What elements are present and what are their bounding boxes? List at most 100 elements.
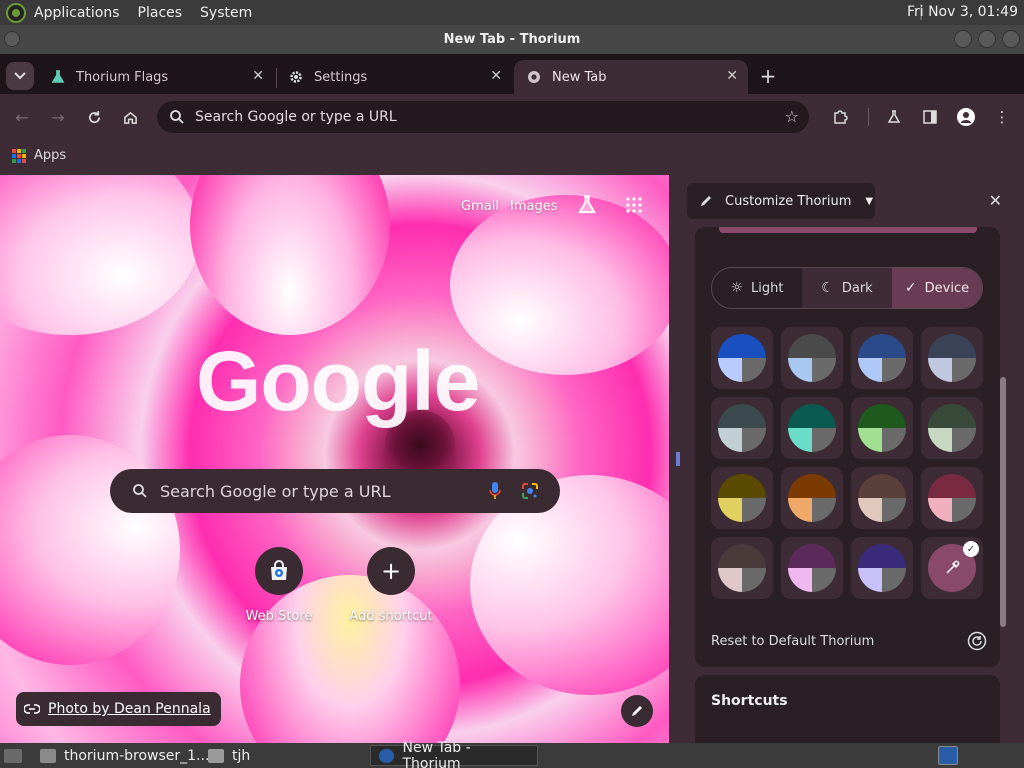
side-panel-icon[interactable] (919, 106, 941, 128)
moon-icon: ☾ (821, 280, 834, 296)
color-swatch[interactable] (921, 327, 983, 389)
os-logo-icon[interactable] (6, 2, 26, 23)
shortcuts-heading: Shortcuts (711, 693, 788, 709)
labs-flask-icon[interactable] (577, 195, 597, 219)
mode-label: Dark (841, 280, 873, 296)
swatch-disc (858, 334, 906, 382)
custom-color-swatch[interactable]: ✓ (921, 537, 983, 599)
swatch-disc (718, 404, 766, 452)
ntp-search-box[interactable]: Search Google or type a URL (110, 469, 560, 513)
swatch-disc (858, 474, 906, 522)
gear-icon (288, 69, 304, 85)
profile-avatar-icon[interactable] (955, 106, 977, 128)
color-swatch[interactable] (851, 327, 913, 389)
tab-label: Thorium Flags (76, 69, 169, 85)
bookmark-star-icon[interactable]: ☆ (785, 107, 799, 126)
window-menu-button[interactable] (4, 31, 20, 47)
file-manager-icon (40, 748, 56, 763)
side-panel-scrollbar[interactable] (1000, 227, 1006, 667)
flask-icon[interactable] (883, 106, 905, 128)
window-title: New Tab - Thorium (443, 32, 581, 47)
clock[interactable]: Fri Nov 3, 01:49 (907, 4, 1018, 20)
close-icon[interactable]: ✕ (989, 191, 1002, 210)
mode-dark-button[interactable]: ☾ Dark (802, 268, 892, 308)
google-apps-grid-icon[interactable] (626, 197, 642, 217)
forward-arrow-icon[interactable]: → (47, 106, 69, 128)
taskbar-label: tjh (232, 747, 251, 764)
reload-icon[interactable] (83, 106, 105, 128)
reset-icon[interactable] (967, 631, 987, 651)
menu-places[interactable]: Places (138, 5, 183, 21)
tab-settings[interactable]: Settings ✕ (276, 60, 512, 94)
color-swatch[interactable] (921, 397, 983, 459)
color-swatch[interactable] (781, 467, 843, 529)
mode-device-button[interactable]: ✓ Device (892, 268, 982, 308)
tab-label: New Tab (552, 69, 607, 85)
color-swatch[interactable] (921, 467, 983, 529)
color-swatch[interactable] (781, 537, 843, 599)
side-panel-resize-divider[interactable] (669, 175, 687, 743)
extensions-puzzle-icon[interactable] (829, 106, 851, 128)
bookmarks-bar: Apps (0, 140, 1024, 175)
color-swatch[interactable] (711, 537, 773, 599)
new-tab-button[interactable]: + (758, 64, 778, 88)
swatch-disc (928, 404, 976, 452)
more-menu-icon[interactable]: ⋮ (991, 106, 1013, 128)
shortcuts-section: Shortcuts (695, 675, 1000, 743)
customize-side-panel: Customize Thorium ▼ ✕ ☼ Light ☾ Dark ✓ D… (687, 175, 1024, 743)
gmail-link[interactable]: Gmail (461, 199, 499, 214)
color-swatch[interactable] (851, 397, 913, 459)
caret-down-icon: ▼ (865, 195, 874, 207)
menu-applications[interactable]: Applications (34, 5, 120, 21)
color-swatch[interactable] (711, 467, 773, 529)
menu-system[interactable]: System (200, 5, 252, 21)
resize-handle[interactable] (676, 452, 680, 466)
tab-thorium-flags[interactable]: Thorium Flags ✕ (38, 60, 274, 94)
microphone-icon[interactable] (488, 481, 502, 505)
home-icon[interactable] (119, 106, 141, 128)
tab-new-tab[interactable]: New Tab ✕ (514, 60, 748, 94)
close-icon[interactable]: ✕ (252, 68, 264, 84)
color-swatch[interactable] (711, 327, 773, 389)
swatch-disc (788, 544, 836, 592)
close-icon[interactable]: ✕ (490, 68, 502, 84)
shortcut-web-store[interactable]: Web Store (224, 547, 334, 624)
mode-light-button[interactable]: ☼ Light (712, 268, 802, 308)
color-swatch[interactable] (781, 397, 843, 459)
reset-theme-row[interactable]: Reset to Default Thorium (711, 627, 987, 655)
photo-credit-link[interactable]: Photo by Dean Pennala (16, 692, 221, 726)
chevron-down-icon (14, 72, 26, 80)
address-bar[interactable]: Search Google or type a URL ☆ (157, 101, 809, 133)
close-window-button[interactable] (1002, 30, 1020, 48)
back-arrow-icon[interactable]: ← (11, 106, 33, 128)
scrollbar-thumb[interactable] (1000, 377, 1006, 627)
appearance-card: ☼ Light ☾ Dark ✓ Device ✓ Reset to Defau… (695, 227, 1000, 667)
color-swatch[interactable] (851, 537, 913, 599)
shortcut-add[interactable]: + Add shortcut (336, 547, 446, 624)
google-lens-icon[interactable] (520, 481, 540, 505)
taskbar-label: New Tab - Thorium (402, 739, 471, 768)
link-icon (24, 704, 40, 714)
color-swatch[interactable] (711, 397, 773, 459)
bookmark-apps[interactable]: Apps (12, 148, 66, 163)
minimize-button[interactable] (954, 30, 972, 48)
tray-thorium-icon[interactable] (938, 746, 958, 765)
maximize-button[interactable] (978, 30, 996, 48)
color-swatch[interactable] (781, 327, 843, 389)
customize-edit-button[interactable] (621, 695, 653, 727)
show-desktop-button[interactable] (4, 745, 30, 766)
taskbar-item-tjh[interactable]: tjh (208, 745, 250, 766)
color-swatch[interactable] (851, 467, 913, 529)
card-accent-bar (719, 227, 977, 233)
background-petal (450, 195, 669, 375)
tab-search-button[interactable] (6, 62, 34, 90)
images-link[interactable]: Images (510, 199, 558, 214)
taskbar-item-thorium-browser[interactable]: thorium-browser_1... (40, 745, 209, 766)
close-icon[interactable]: ✕ (726, 68, 738, 84)
side-panel-title-dropdown[interactable]: Customize Thorium ▼ (687, 183, 875, 219)
google-logo: Google (196, 334, 480, 428)
window-titlebar[interactable]: New Tab - Thorium (0, 25, 1024, 54)
apps-grid-icon (12, 148, 26, 163)
color-mode-selector: ☼ Light ☾ Dark ✓ Device (711, 267, 983, 309)
taskbar-item-new-tab-thorium[interactable]: New Tab - Thorium (370, 740, 538, 768)
